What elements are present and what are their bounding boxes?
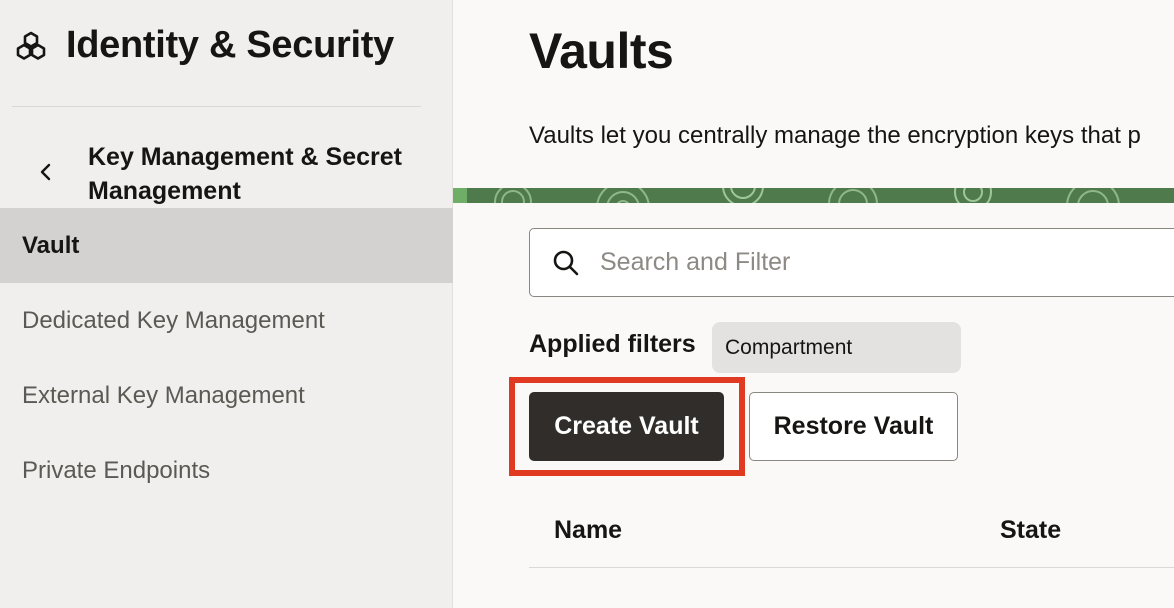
search-input[interactable] [600,248,1100,277]
table-header: Name State [529,500,1174,568]
sidebar-item-external-key-management[interactable]: External Key Management [0,358,453,433]
app-title: Identity & Security [66,24,394,66]
cubes-icon [14,29,48,63]
search-box[interactable] [529,228,1174,297]
filter-chip-compartment[interactable]: Compartment [712,322,961,373]
app-header: Identity & Security [14,24,394,67]
sidebar: Identity & Security Key Management & Sec… [0,0,453,608]
sidebar-item-dedicated-key-management[interactable]: Dedicated Key Management [0,283,453,358]
sidebar-item-vault[interactable]: Vault [0,208,453,283]
section-header: Key Management & Secret Management [30,140,428,208]
column-header-name[interactable]: Name [554,516,622,545]
sidebar-nav: Vault Dedicated Key Management External … [0,208,453,508]
chevron-left-icon[interactable] [30,156,62,188]
divider [12,106,421,107]
page-description: Vaults let you centrally manage the encr… [529,122,1141,149]
restore-vault-button[interactable]: Restore Vault [749,392,958,461]
page-title: Vaults [529,23,674,79]
main-content: Vaults Vaults let you centrally manage t… [453,0,1174,608]
sidebar-item-private-endpoints[interactable]: Private Endpoints [0,433,453,508]
create-vault-button[interactable]: Create Vault [529,392,724,461]
search-icon [552,249,580,277]
section-title: Key Management & Secret Management [88,143,403,205]
column-header-state[interactable]: State [1000,516,1061,545]
applied-filters-label: Applied filters [529,330,696,358]
decorative-banner [453,188,1174,203]
